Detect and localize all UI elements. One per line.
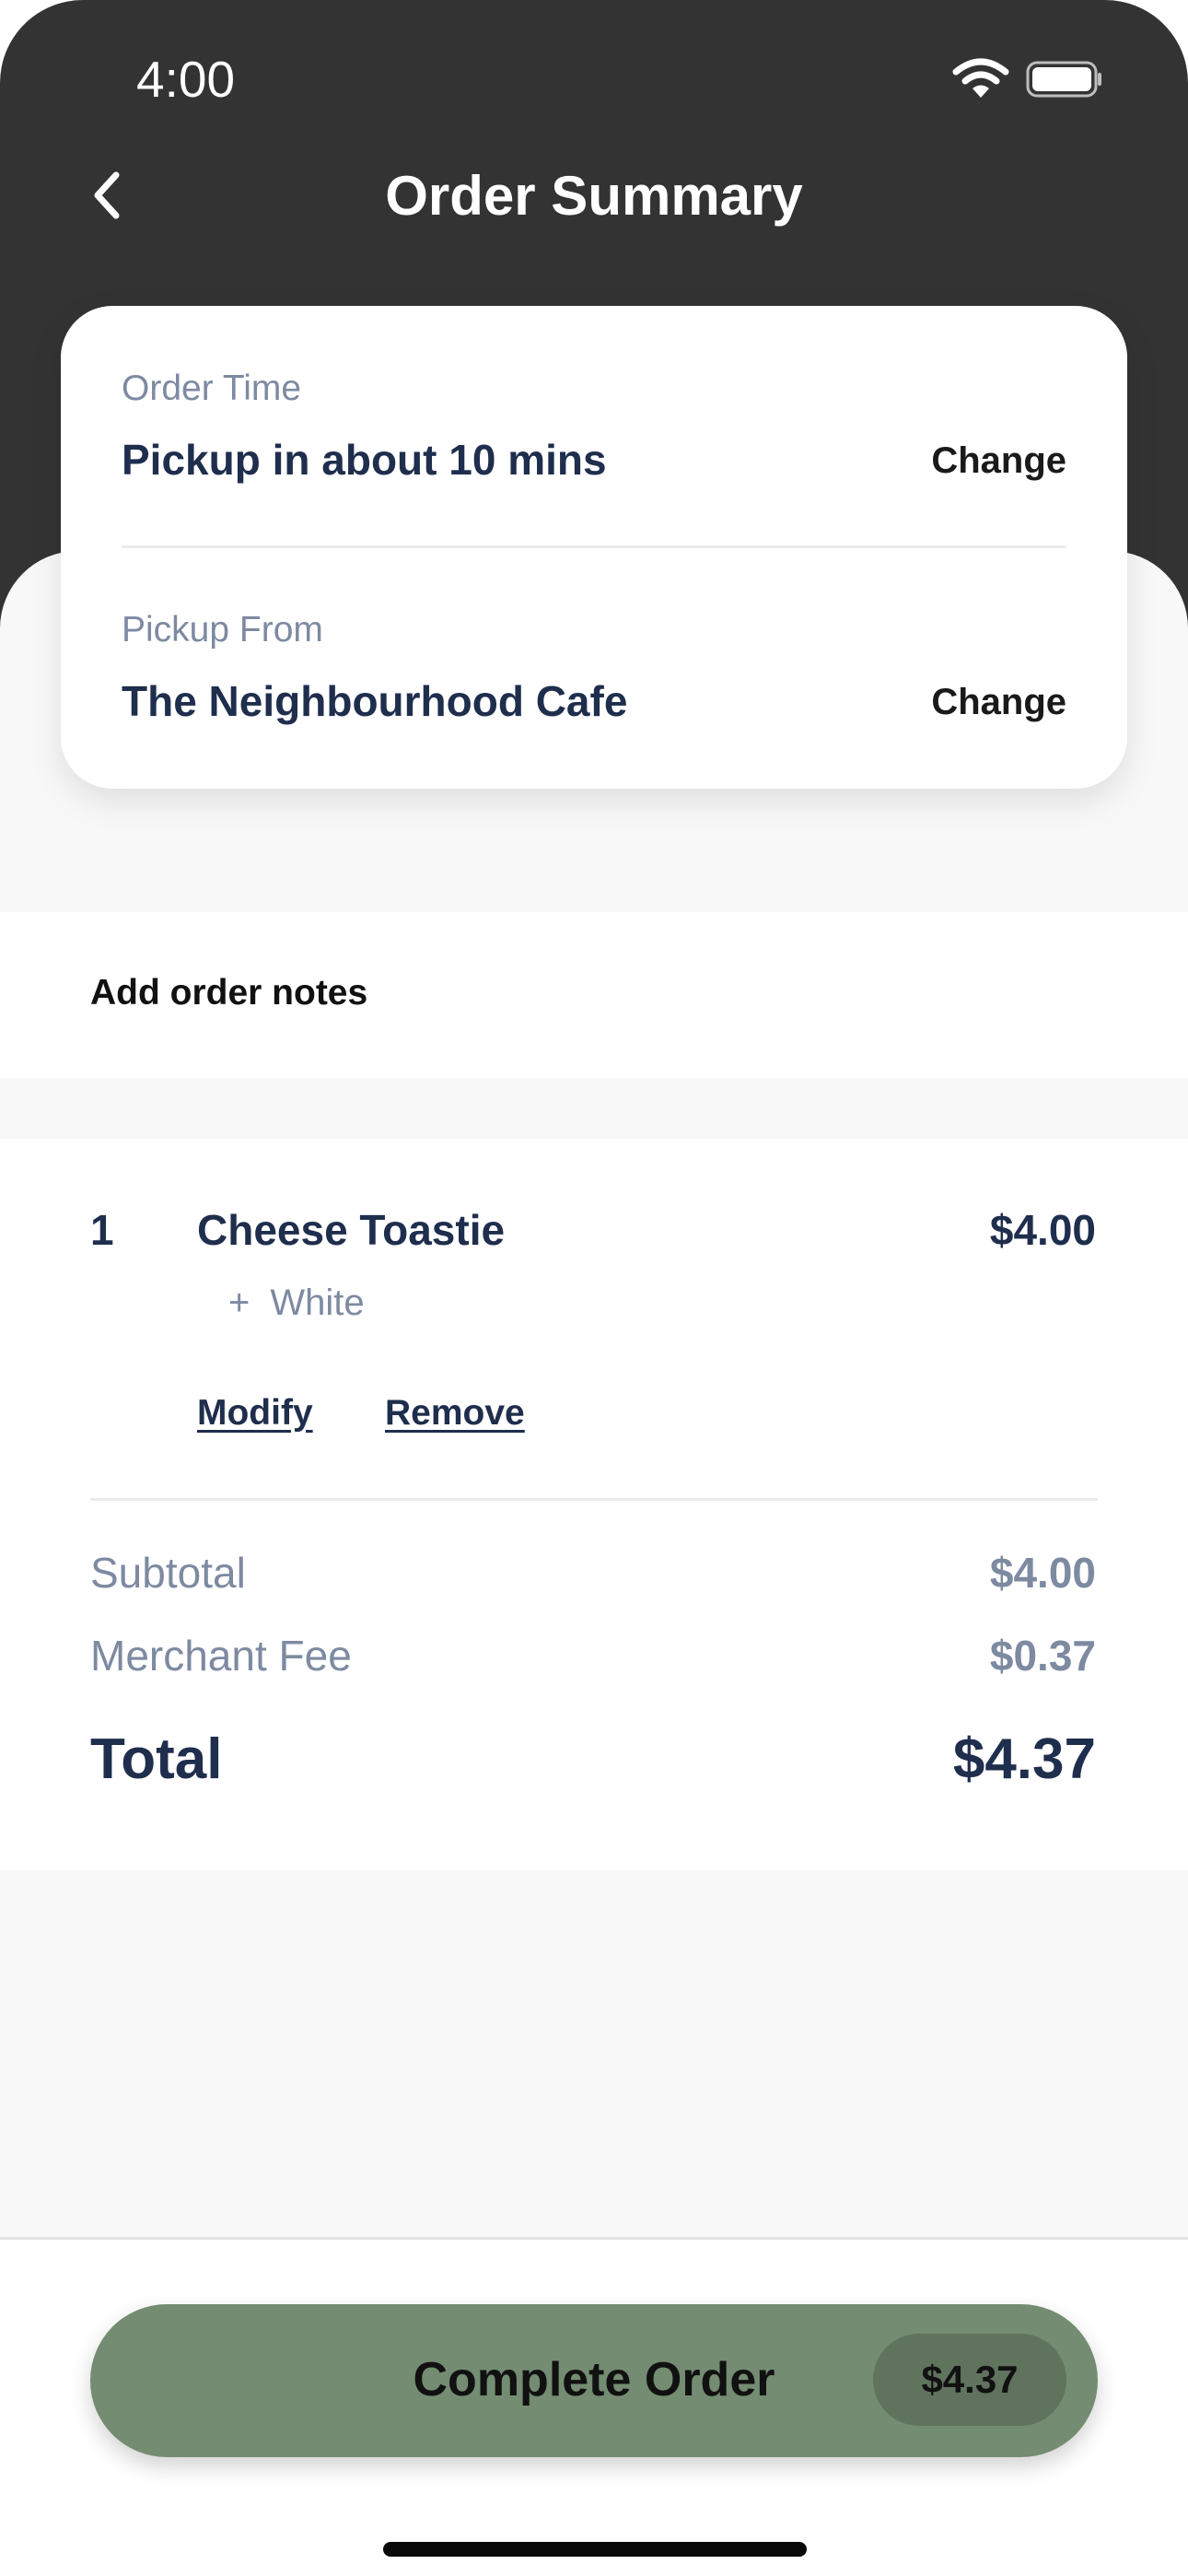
change-pickup-location-button[interactable]: Change	[931, 682, 1066, 723]
item-price: $4.00	[989, 1206, 1096, 1254]
item-modifier: + White	[228, 1282, 365, 1324]
page-title: Order Summary	[385, 165, 803, 227]
change-order-time-button[interactable]: Change	[931, 440, 1066, 482]
merchant-fee-label: Merchant Fee	[90, 1632, 352, 1680]
order-time-value: Pickup in about 10 mins	[122, 436, 607, 484]
order-items-section: 1 Cheese Toastie $4.00 + White Modify Rem…	[0, 1139, 1188, 1870]
battery-icon	[1026, 61, 1103, 98]
remove-item-link[interactable]: Remove	[385, 1393, 525, 1434]
item-quantity: 1	[90, 1206, 114, 1254]
cta-price-badge: $4.37	[873, 2334, 1066, 2426]
checkout-footer: Complete Order $4.37	[0, 2237, 1188, 2576]
item-name: Cheese Toastie	[197, 1206, 506, 1254]
home-indicator	[383, 2542, 807, 2557]
modify-item-link[interactable]: Modify	[197, 1393, 313, 1434]
subtotal-label: Subtotal	[90, 1549, 246, 1597]
modifier-plus: +	[228, 1282, 250, 1323]
add-order-notes-row[interactable]: Add order notes	[0, 912, 1188, 1078]
wifi-icon	[952, 57, 1009, 100]
order-time-label: Order Time	[122, 369, 302, 408]
order-divider	[90, 1498, 1098, 1501]
total-value: $4.37	[952, 1727, 1096, 1791]
pickup-from-label: Pickup From	[122, 610, 323, 650]
modifier-label: White	[270, 1282, 365, 1323]
complete-order-button[interactable]: Complete Order $4.37	[90, 2304, 1098, 2457]
order-details-card: Order Time Pickup in about 10 mins Chang…	[61, 306, 1127, 789]
subtotal-value: $4.00	[989, 1549, 1096, 1597]
merchant-fee-value: $0.37	[989, 1632, 1096, 1680]
card-divider	[122, 545, 1066, 548]
pickup-from-value: The Neighbourhood Cafe	[122, 677, 628, 725]
total-label: Total	[90, 1727, 223, 1791]
order-summary-screen: 4:00 Order Summary Order Time Pickup in …	[0, 0, 1188, 2576]
status-time: 4:00	[136, 51, 236, 108]
add-order-notes-label: Add order notes	[90, 973, 368, 1013]
